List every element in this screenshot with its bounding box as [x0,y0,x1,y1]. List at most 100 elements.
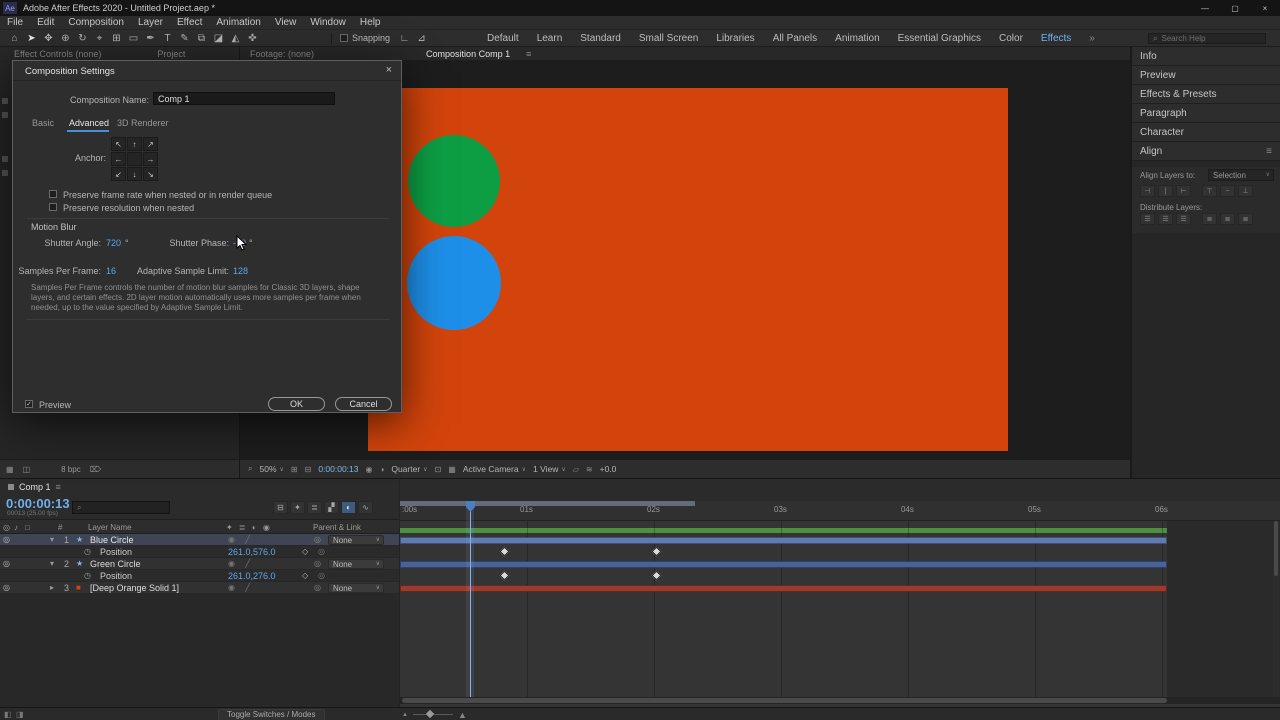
eraser-tool[interactable]: ◪ [210,33,227,44]
close-button[interactable]: × [1250,0,1280,16]
menu-view[interactable]: View [268,17,304,28]
timeline-zoom-handle[interactable] [426,710,434,718]
workspace-overflow-button[interactable]: » [1080,33,1104,44]
puppet-tool[interactable]: ✜ [244,33,261,44]
workspace-small-screen[interactable]: Small Screen [630,33,707,44]
panel-menu-icon[interactable]: ≡ [56,482,61,492]
vertical-scrollbar[interactable] [1273,521,1279,697]
fast-preview-icon[interactable]: ≋ [586,465,593,474]
expander-icon[interactable]: ▾ [50,534,54,546]
workspace-all-panels[interactable]: All Panels [764,33,826,44]
layer-row-deep-orange-solid[interactable]: ◎ ▸ 3 ■ [Deep Orange Solid 1] ◉ ╱ ◎ None… [0,582,399,594]
distribute-right-button[interactable]: ≣ [1238,213,1253,225]
comp-mini-flowchart-icon[interactable]: ⊟ [273,501,288,514]
timeline-search-box[interactable]: ⌕ [72,501,170,514]
shape-tool[interactable]: ▭ [125,33,142,44]
keyframe-nav-icon[interactable]: ◇ [302,546,308,558]
shy-layers-icon[interactable]: ≣ [307,501,322,514]
timeline-tab-comp1[interactable]: Comp 1 [19,482,51,492]
anchor-bottom-left-button[interactable]: ↙ [111,167,126,181]
property-value[interactable]: 261.0,576.0 [228,546,276,558]
layer-bar-deep-orange-solid[interactable] [400,585,1167,592]
roto-brush-tool[interactable]: ◭ [227,33,244,44]
pickwhip-icon[interactable]: ◎ [314,534,321,546]
parent-dropdown[interactable]: None ∨ [328,559,384,569]
anchor-bottom-button[interactable]: ↓ [127,167,142,181]
preserve-resolution-checkbox[interactable] [49,203,57,211]
interpret-footage-icon[interactable]: ▦ [6,465,14,474]
cancel-button[interactable]: Cancel [335,397,392,411]
anchor-top-button[interactable]: ↑ [127,137,142,151]
playhead-line[interactable] [470,501,471,697]
zoom-in-mountain-icon[interactable]: ▲ [458,710,467,720]
parent-dropdown[interactable]: None ∨ [328,583,384,593]
keyframe-diamond[interactable] [500,571,510,581]
layer-row-blue-circle[interactable]: ◎ ▾ 1 ★ Blue Circle ◉ ╱ ◎ None ∨ [0,534,399,546]
anchor-top-right-button[interactable]: ↗ [143,137,158,151]
preserve-framerate-checkbox[interactable] [49,190,57,198]
distribute-vertical-center-button[interactable]: ☰ [1158,213,1173,225]
panel-menu-icon[interactable]: ≡ [526,49,531,59]
align-right-button[interactable]: ⊢ [1176,185,1191,197]
layer-name[interactable]: Blue Circle [90,534,134,546]
keyframe-diamond[interactable] [500,547,510,557]
orbit-tool[interactable]: ↻ [74,33,91,44]
position-property-row-blue[interactable]: ◷ Position 261.0,576.0 ◇ ◎ [0,546,399,558]
view-layout-dropdown[interactable]: 1 View [533,464,558,474]
property-label[interactable]: Position [100,570,132,582]
camera-tool[interactable]: ⌖ [91,33,108,44]
pen-tool[interactable]: ✒ [142,33,159,44]
layer-name-column-label[interactable]: Layer Name [88,523,132,532]
tab-basic[interactable]: Basic [32,118,54,128]
eye-icon[interactable]: ◎ [3,534,10,546]
blue-circle-layer[interactable] [407,236,501,330]
snap-grid-icon[interactable]: ∟ [396,33,413,44]
panel-header-align[interactable]: Align ≡ [1132,142,1280,161]
layer-name[interactable]: [Deep Orange Solid 1] [90,582,179,594]
tab-advanced[interactable]: Advanced [69,118,109,128]
panel-header-preview[interactable]: Preview [1132,66,1280,85]
tab-3d-renderer[interactable]: 3D Renderer [117,118,169,128]
position-value[interactable]: 261.0,276.0 [228,571,276,581]
mask-visibility-icon[interactable]: ⊟ [305,465,312,474]
menu-window[interactable]: Window [303,17,353,28]
menu-file[interactable]: File [0,17,30,28]
property-label[interactable]: Position [100,546,132,558]
zoom-tool[interactable]: ⊕ [57,33,74,44]
ok-button[interactable]: OK [268,397,325,411]
clone-stamp-tool[interactable]: ⧉ [193,33,210,44]
horizontal-scrollbar[interactable] [400,697,1280,704]
zoom-level-dropdown[interactable]: 50% [259,464,276,474]
tab-composition[interactable]: Composition Comp 1 [426,49,510,59]
expander-icon[interactable]: ▸ [50,582,54,594]
new-folder-icon[interactable]: ◫ [23,465,31,474]
distribute-left-button[interactable]: ≣ [1202,213,1217,225]
align-center-horizontal-button[interactable]: | [1158,185,1173,197]
snapping-checkbox[interactable] [340,34,348,42]
panel-header-paragraph[interactable]: Paragraph [1132,104,1280,123]
hand-tool[interactable]: ✥ [40,33,57,44]
frame-blend-icon[interactable]: ▞ [324,501,339,514]
zoom-icon[interactable]: ⌕ [248,464,252,474]
position-property-row-green[interactable]: ◷ Position 261.0,276.0 ◇ ◎ [0,570,399,582]
camera-dropdown[interactable]: Active Camera [463,464,519,474]
workspace-essential-graphics[interactable]: Essential Graphics [889,33,990,44]
selection-tool[interactable]: ➤ [23,33,40,44]
distribute-bottom-button[interactable]: ☰ [1176,213,1191,225]
panel-header-info[interactable]: Info [1132,47,1280,66]
workspace-animation[interactable]: Animation [826,33,888,44]
layer-switches[interactable]: ◉ ╱ [228,582,254,594]
trash-icon[interactable]: ⌦ [90,465,101,474]
work-area-bar[interactable] [400,501,695,506]
motion-blur-icon[interactable]: ◐ [341,501,356,514]
minimize-button[interactable]: — [1190,0,1220,16]
menu-edit[interactable]: Edit [30,17,61,28]
dialog-close-button[interactable]: × [386,64,392,76]
type-tool[interactable]: T [159,33,176,44]
distribute-horizontal-center-button[interactable]: ≣ [1220,213,1235,225]
zoom-out-mountain-icon[interactable]: ▲ [402,712,408,718]
region-of-interest-icon[interactable]: ⊡ [435,465,442,474]
workspace-learn[interactable]: Learn [528,33,572,44]
layer-switches[interactable]: ◉ ╱ [228,558,254,570]
menu-animation[interactable]: Animation [209,17,267,28]
